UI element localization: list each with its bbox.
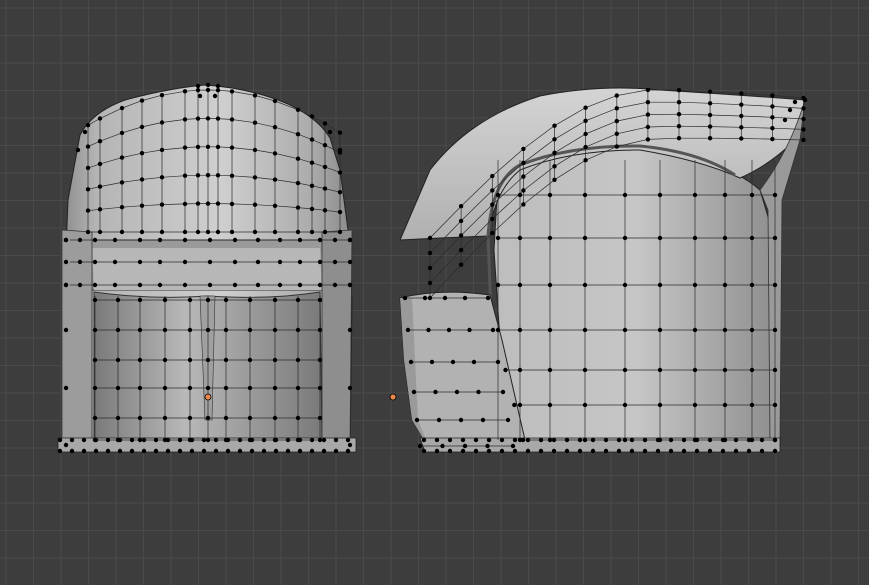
object-origin-icon[interactable] xyxy=(204,393,212,401)
3d-viewport[interactable] xyxy=(0,0,869,585)
helmet-side-view[interactable] xyxy=(389,87,808,454)
object-origin-icon[interactable] xyxy=(389,393,397,401)
helmet-front-view[interactable] xyxy=(57,82,357,454)
